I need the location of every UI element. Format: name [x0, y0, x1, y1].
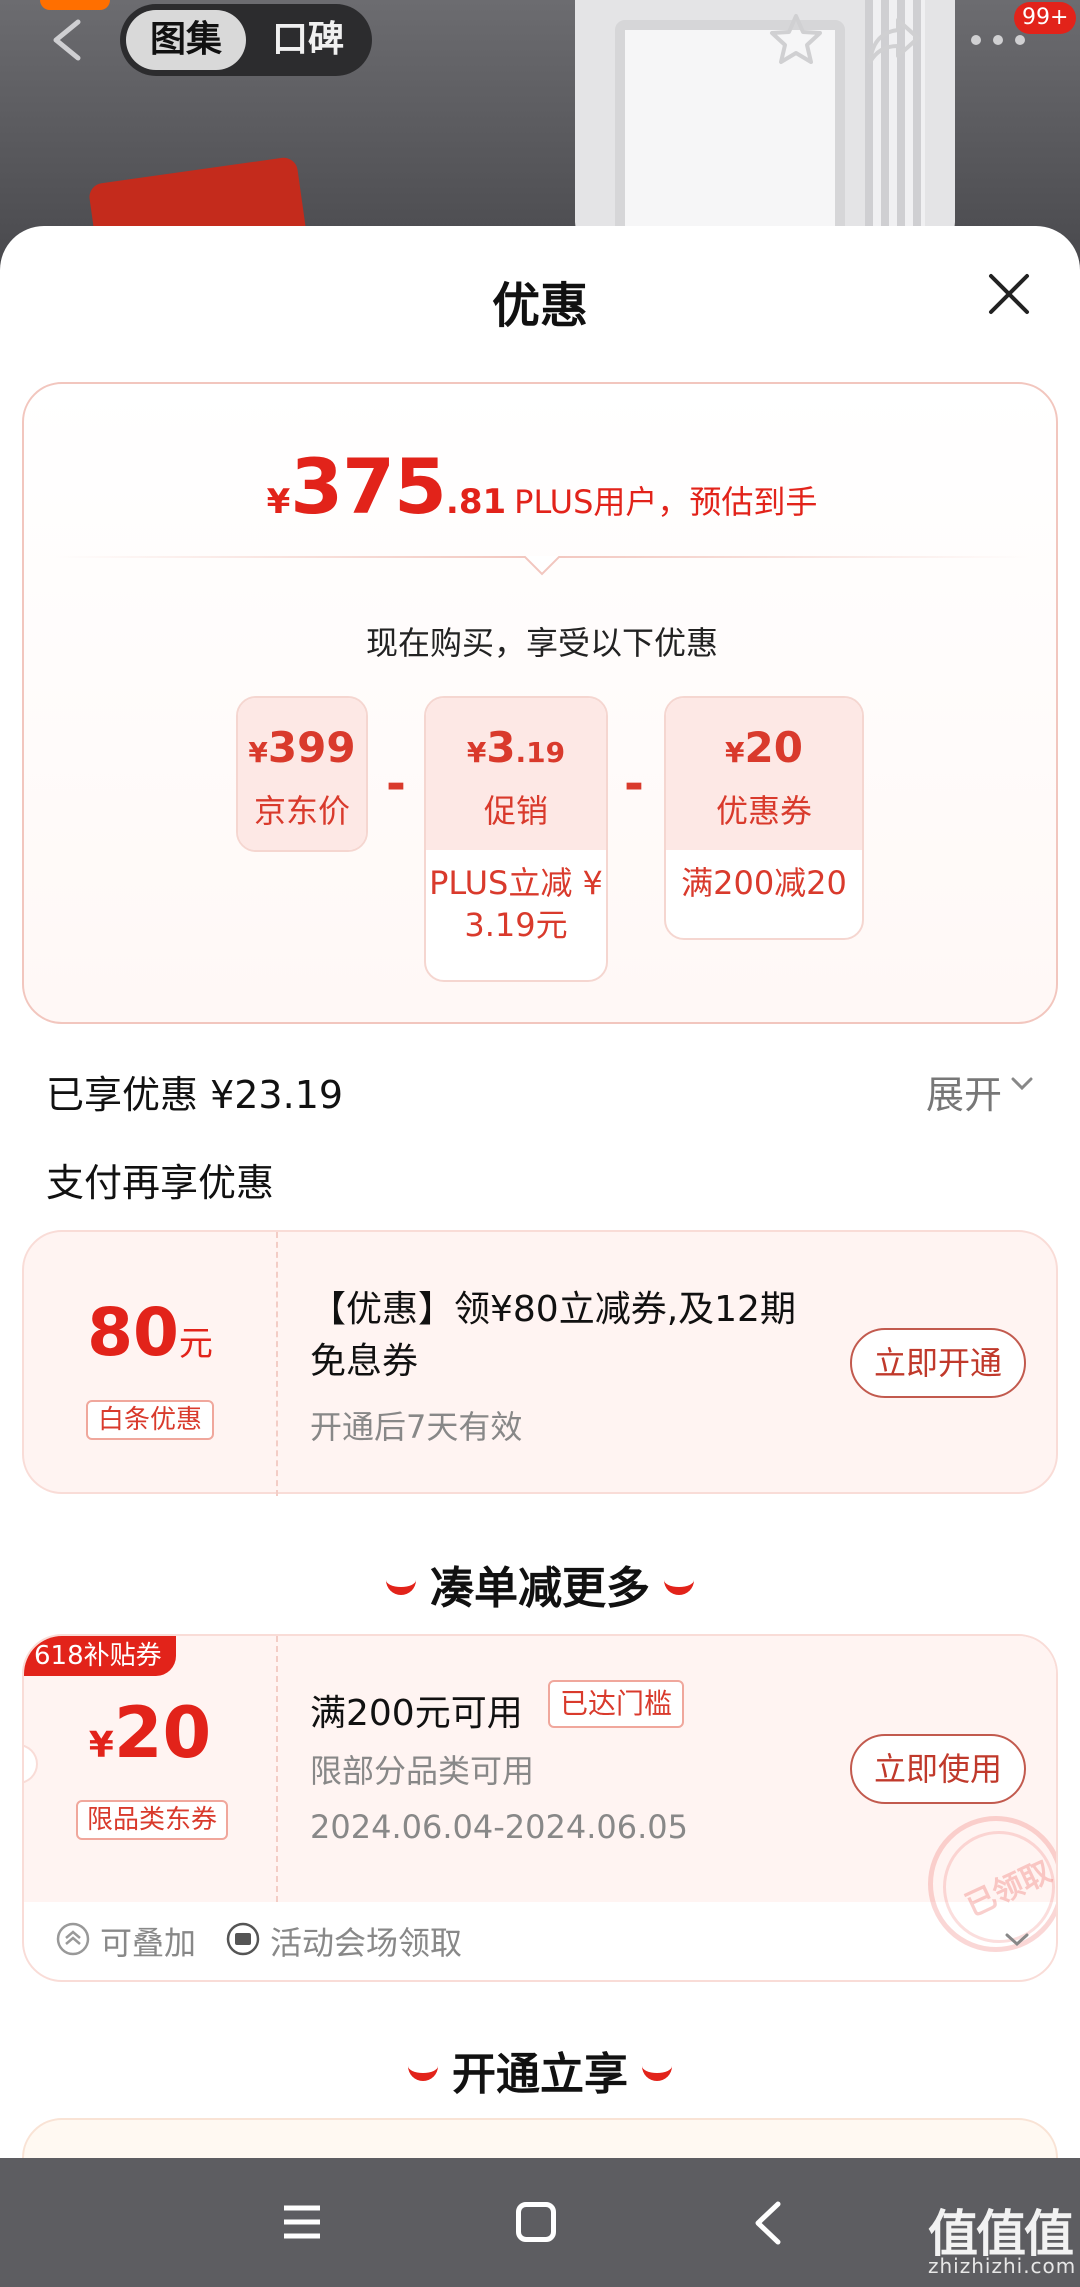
stackable-label: 可叠加 [100, 1924, 197, 1962]
media-tabs: 图集 口碑 [120, 4, 372, 76]
coupon-main: 618补贴券 ¥20 限品类东券 满200元可用 已达门槛 限部分品类可用 20… [24, 1636, 1056, 1952]
stackable-icon [56, 1922, 90, 1956]
coupon-value: 20 [113, 1692, 212, 1774]
baitiao-unit: 元 [178, 1324, 213, 1364]
promotion-label: 促销 [483, 792, 548, 830]
jd-price-label: 京东价 [253, 792, 350, 830]
section-heading-open: 开通立享 [0, 2038, 1080, 2102]
baitiao-amount: 80 [87, 1294, 179, 1371]
tab-reviews[interactable]: 口碑 [248, 10, 368, 70]
coupon-label: 优惠券 [715, 792, 812, 830]
coupon-title: 满200元可用 [310, 1693, 523, 1734]
dashed-separator [276, 1636, 278, 1902]
ticket-icon [226, 1922, 260, 1956]
currency-symbol: ¥ [466, 736, 487, 769]
top-navigation: 图集 口碑 99+ [0, 0, 1080, 80]
chevron-down-icon[interactable] [1004, 1932, 1030, 1948]
pay-more-title: 支付再享优惠 [46, 1161, 275, 1205]
breakdown-subtitle: 现在购买，享受以下优惠 [365, 624, 718, 662]
coupon-amount: 20 [744, 723, 803, 772]
minus-sign: - [386, 756, 406, 812]
price-integer: 375 [290, 442, 447, 531]
chevron-down-icon[interactable] [1010, 1076, 1034, 1092]
membership-card-preview [22, 2118, 1058, 2158]
currency-symbol: ¥ [725, 736, 745, 769]
home-icon[interactable] [516, 2202, 556, 2242]
share-icon[interactable] [866, 14, 922, 66]
more-options-icon[interactable] [970, 34, 1026, 46]
estimated-price: ¥375.81 PLUS用户，预估到手 [24, 442, 1060, 531]
expand-button[interactable]: 展开 [926, 1064, 1002, 1119]
recent-apps-icon[interactable] [282, 2202, 322, 2242]
price-decimal: .81 [445, 482, 507, 522]
coupon-card: 618补贴券 ¥20 限品类东券 满200元可用 已达门槛 限部分品类可用 20… [22, 1634, 1058, 1982]
promotion-detail: PLUS立减 ¥ 3.19元 [429, 864, 603, 944]
source-label: 活动会场领取 [270, 1924, 463, 1962]
watermark-url: zhizhizhi.com [928, 2254, 1077, 2278]
baitiao-tag: 白条优惠 [86, 1400, 214, 1440]
coupon-scope: 限部分品类可用 [310, 1752, 535, 1790]
saved-amount: 已享优惠 ¥23.19 [46, 1073, 344, 1117]
tab-gallery[interactable]: 图集 [126, 10, 246, 70]
jd-price-box: ¥399 京东价 [236, 696, 368, 852]
minus-sign: - [624, 756, 644, 812]
section-title: 开通立享 [452, 2049, 628, 2100]
threshold-reached-badge: 已达门槛 [548, 1680, 685, 1728]
coupon-footer[interactable]: 可叠加 活动会场领取 [24, 1902, 1056, 1980]
coupon-box: ¥20 优惠券 满200减20 [664, 696, 864, 940]
baitiao-subtitle: 开通后7天有效 [310, 1408, 523, 1446]
estimated-price-card: ¥375.81 PLUS用户，预估到手 现在购买，享受以下优惠 ¥399 京东价 … [22, 382, 1058, 1024]
message-count-badge: 99+ [1014, 2, 1077, 34]
baitiao-title: 【优惠】领¥80立减券,及12期免息券 [310, 1289, 796, 1382]
currency-symbol: ¥ [266, 482, 291, 522]
section-title: 凑单减更多 [430, 1563, 650, 1614]
dashed-separator [276, 1232, 278, 1496]
price-suffix: PLUS用户，预估到手 [514, 483, 818, 521]
currency-symbol: ¥ [88, 1725, 114, 1766]
smile-icon [408, 2065, 438, 2081]
coupon-type-tag: 限品类东券 [76, 1800, 228, 1840]
baitiao-amount-area: 80元 白条优惠 [24, 1232, 276, 1496]
favorite-star-icon[interactable] [768, 12, 824, 68]
back-icon[interactable] [752, 2200, 782, 2246]
use-now-button[interactable]: 立即使用 [850, 1734, 1026, 1804]
caret-down-icon [524, 556, 560, 576]
coupon-detail: 满200减20 [681, 864, 847, 902]
smile-icon [664, 1579, 694, 1595]
section-heading-more: 凑单减更多 [0, 1552, 1080, 1616]
promotion-box: ¥3.19 促销 PLUS立减 ¥ 3.19元 [424, 696, 608, 982]
subsidy-corner-tag: 618补贴券 [24, 1636, 176, 1676]
discount-sheet: 优惠 ¥375.81 PLUS用户，预估到手 现在购买，享受以下优惠 ¥399 京… [0, 226, 1080, 2158]
promotion-amount: 3 [486, 723, 516, 772]
baitiao-offer-card: 80元 白条优惠 【优惠】领¥80立减券,及12期免息券 开通后7天有效 立即开… [22, 1230, 1058, 1496]
promotion-amount-decimal: .19 [515, 736, 566, 769]
smile-icon [642, 2065, 672, 2081]
coupon-validity: 2024.06.04-2024.06.05 [310, 1808, 688, 1846]
close-icon[interactable] [985, 270, 1033, 318]
back-arrow-icon[interactable] [48, 18, 84, 62]
smile-icon [386, 1579, 416, 1595]
system-navigation-bar: 值值值 zhizhizhi.com [0, 2158, 1080, 2287]
activate-button[interactable]: 立即开通 [850, 1328, 1026, 1398]
currency-symbol: ¥ [248, 736, 268, 769]
sheet-title: 优惠 [491, 278, 588, 334]
jd-price-amount: 399 [267, 723, 356, 772]
